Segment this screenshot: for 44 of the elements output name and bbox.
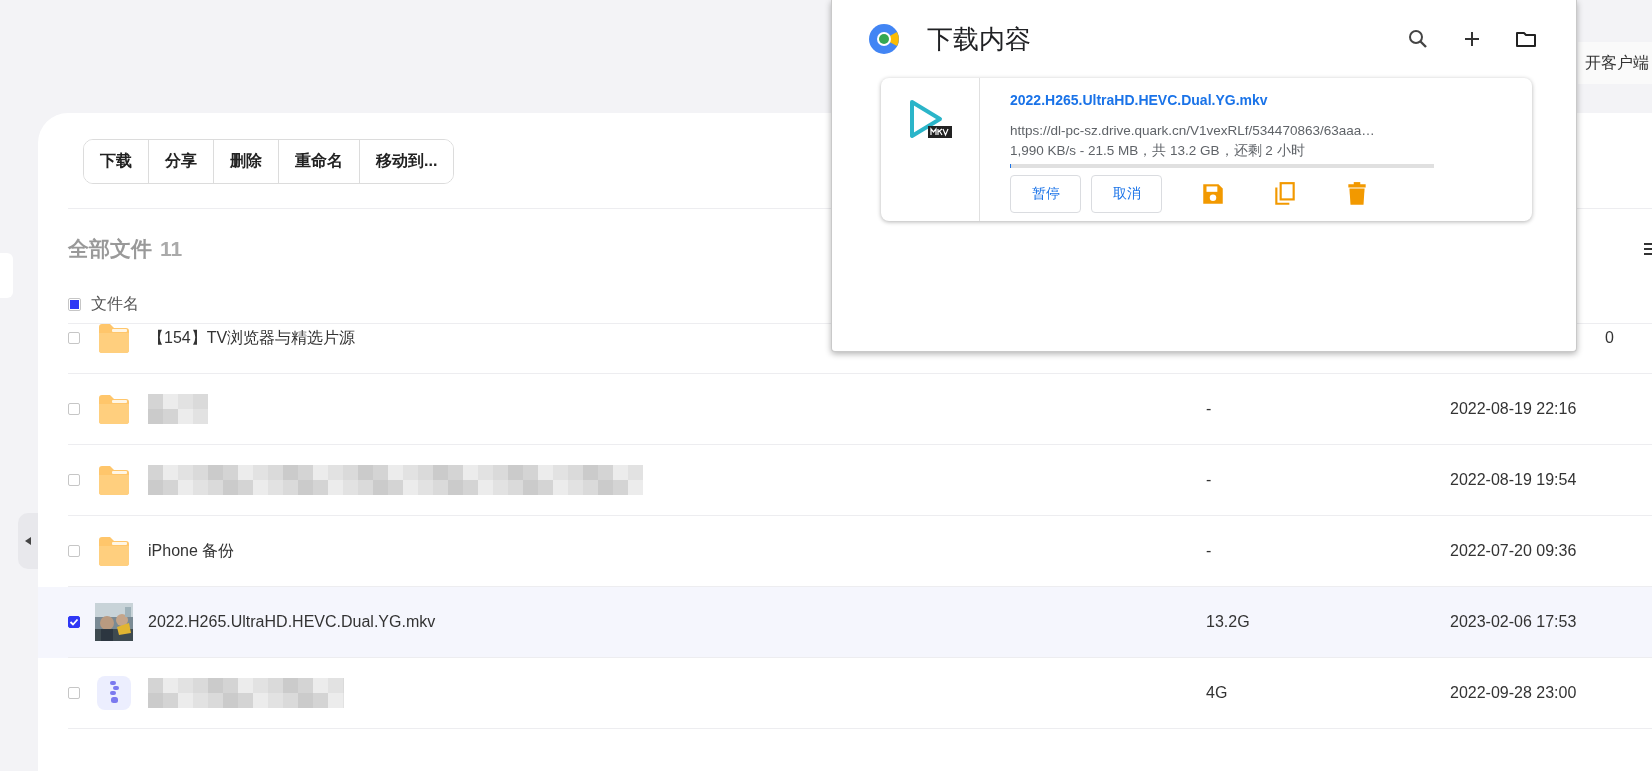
folder-icon xyxy=(97,323,131,353)
select-all-checkbox[interactable] xyxy=(68,298,81,311)
file-name[interactable]: 2022.H265.UltraHD.HEVC.Dual.YG.mkv xyxy=(148,613,436,631)
modified-date: 0 xyxy=(1604,329,1615,347)
file-size: - xyxy=(1206,400,1213,418)
file-size: 13.2G xyxy=(1206,613,1251,631)
download-url: https://dl-pc-sz.drive.quark.cn/V1vexRLf/534470863/63aaa… xyxy=(1010,122,1376,140)
column-header[interactable]: 文件名 xyxy=(91,294,139,315)
file-name-link[interactable]: 2022.H265.UltraHD.HEVC.Dual.YG.mkv xyxy=(1010,91,1434,109)
folder-icon xyxy=(97,394,131,424)
toolbar-button[interactable]: 移动到... xyxy=(359,140,454,183)
open-client-button[interactable]: 开客户端 xyxy=(1578,42,1652,84)
file-size: 4G xyxy=(1206,684,1229,702)
copy-icon[interactable] xyxy=(1272,181,1298,207)
file-name[interactable]: 【154】TV浏览器与精选片源 xyxy=(148,327,356,349)
modified-date: 2022-08-19 22:16 xyxy=(1450,400,1578,418)
download-status: 1,990 KB/s - 21.5 MB，共 13.2 GB，还剩 2 小时 xyxy=(1010,142,1306,160)
pause-button[interactable]: 暂停 xyxy=(1010,175,1081,213)
row-checkbox[interactable] xyxy=(68,332,80,344)
caret-icon xyxy=(25,537,31,545)
list-view-icon xyxy=(1644,242,1652,256)
modified-date: 2022-09-28 23:00 xyxy=(1450,684,1578,702)
modified-date: 2022-07-20 09:36 xyxy=(1450,542,1578,560)
folder-title: 全部文件 xyxy=(68,237,152,260)
circle-logo-icon xyxy=(868,23,900,55)
file-name[interactable]: iPhone 备份 xyxy=(148,540,235,562)
file-size: - xyxy=(1206,471,1213,489)
file-size: - xyxy=(1206,542,1213,560)
collapse-handle[interactable] xyxy=(18,513,38,569)
modified-date: 2023-02-06 17:53 xyxy=(1450,613,1578,631)
row-checkbox[interactable] xyxy=(68,687,80,699)
popup-title: 下载内容 xyxy=(927,22,1032,56)
row-checkbox[interactable] xyxy=(68,545,80,557)
cancel-button[interactable]: 取消 xyxy=(1091,175,1162,213)
file-count: 11 xyxy=(160,237,183,260)
folder-icon xyxy=(97,465,131,495)
save-icon[interactable] xyxy=(1200,181,1226,207)
folder-icon xyxy=(97,536,131,566)
row-checkbox[interactable] xyxy=(68,403,80,415)
check-icon xyxy=(69,617,79,627)
archive-icon xyxy=(97,676,131,710)
row-checkbox[interactable] xyxy=(68,616,80,628)
row-checkbox[interactable] xyxy=(68,474,80,486)
modified-date: 2022-08-19 19:54 xyxy=(1450,471,1578,489)
